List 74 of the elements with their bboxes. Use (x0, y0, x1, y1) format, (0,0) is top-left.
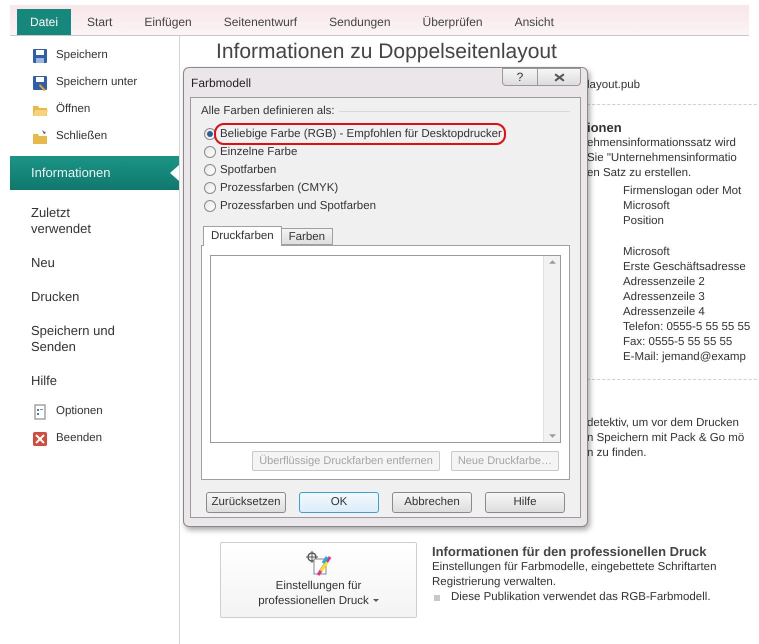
radio-option[interactable]: Beliebige Farbe (RGB) - Empfohlen für Desktopdrucker (204, 126, 502, 143)
business-info-text: Telefon: 0555-5 55 55 55 (623, 320, 752, 335)
menu-command[interactable]: Schließen (10, 123, 179, 150)
dialog-title: Farbmodell (191, 74, 252, 92)
menu-command[interactable]: Öffnen (10, 96, 179, 123)
backstage-tab[interactable]: Drucken (10, 280, 179, 314)
help-button[interactable]: ? (502, 68, 538, 86)
ribbon-tab[interactable]: Start (71, 9, 128, 35)
print-settings-button[interactable]: Einstellungen für professionellen Druck (220, 542, 417, 618)
backstage-tab[interactable]: Hilfe (10, 364, 179, 398)
save-as-icon (32, 74, 48, 90)
radio-option[interactable]: Prozessfarben (CMYK) (204, 180, 338, 197)
ribbon-tab[interactable]: Datei (17, 9, 72, 35)
close-icon (32, 430, 48, 446)
backstage-tab[interactable]: Zuletzt verwendet (10, 196, 179, 246)
business-info-text: Firmenslogan oder Mot (623, 184, 742, 199)
business-info-text: Microsoft (623, 245, 671, 260)
dialog-button[interactable]: Abbrechen (392, 492, 472, 514)
ribbon-tab[interactable]: Ansicht (498, 9, 570, 35)
dialog-button[interactable]: OK (299, 492, 379, 514)
business-info-text: Microsoft (623, 199, 671, 214)
page-title: Informationen zu Doppelseitenlayout (216, 39, 557, 65)
menu-command[interactable]: Speichern (10, 42, 179, 69)
document-icon (32, 404, 48, 420)
radio-button[interactable] (204, 200, 216, 212)
scroll-down-icon[interactable] (548, 434, 556, 438)
business-info-text: Fax: 0555-5 55 55 55 (623, 335, 734, 350)
dialog-tab[interactable]: Druckfarben (203, 226, 282, 246)
backstage-tab[interactable]: Neu (10, 246, 179, 280)
description-text: n Speichern mit Pack & Go mö (587, 431, 746, 446)
ribbon-tab[interactable]: Einfügen (128, 9, 208, 35)
description-text: detektiv, um vor dem Drucken (587, 416, 740, 431)
folder-icon (32, 128, 48, 144)
group-label: Alle Farben definieren als: (201, 104, 335, 119)
backstage-tab[interactable]: Speichern und Senden (10, 314, 179, 364)
radio-option[interactable]: Prozessfarben und Spotfarben (204, 198, 376, 215)
description-text: Einstellungen für Farbmodelle, eingebettete Schriftarten (432, 560, 716, 575)
radio-option[interactable]: Spotfarben (204, 162, 276, 179)
print-settings-icon (304, 551, 334, 577)
section-heading: ionen (587, 120, 623, 136)
file-path: layout.pub (587, 78, 642, 92)
bullet-icon (434, 594, 440, 600)
menu-command[interactable]: Optionen (10, 398, 179, 425)
menu-command[interactable]: Speichern unter (10, 69, 179, 96)
description-text: Registrierung verwalten. (432, 575, 558, 590)
menu-command[interactable]: Beenden (10, 425, 179, 452)
dialog-button[interactable]: Zurücksetzen (206, 492, 286, 514)
business-info-text: Position (623, 214, 665, 229)
radio-button[interactable] (204, 182, 216, 194)
backstage-tab[interactable]: Informationen (10, 156, 179, 190)
ribbon-tab[interactable]: Überprüfen (406, 9, 499, 35)
color-model-note: Diese Publikation verwendet das RGB-Farbmodell. (451, 590, 711, 605)
close-button[interactable] (538, 68, 581, 86)
description-text: n zu finden. (587, 446, 648, 461)
business-info-text: Adressenzeile 4 (623, 305, 706, 320)
description-text: Sie "Unternehmensinformatio (587, 151, 738, 166)
dialog-tab[interactable]: Farben (282, 228, 334, 246)
business-info-text: Erste Geschäftsadresse (623, 260, 747, 275)
dialog-button[interactable]: Hilfe (485, 492, 565, 514)
scrollbar[interactable] (543, 256, 560, 442)
close-icon (554, 72, 564, 82)
radio-option[interactable]: Einzelne Farbe (204, 144, 298, 161)
radio-button[interactable] (204, 128, 216, 140)
description-text: ehmensinformationssatz wird (587, 136, 737, 151)
scroll-up-icon[interactable] (548, 260, 556, 264)
business-info-text: Adressenzeile 3 (623, 290, 706, 305)
radio-button[interactable] (204, 164, 216, 176)
business-info-text: E-Mail: jemand@examp (623, 350, 747, 365)
caret-icon (372, 599, 379, 602)
ribbon-tab[interactable]: Sendungen (313, 9, 407, 35)
ribbon-tab[interactable]: Seitenentwurf (208, 9, 314, 35)
business-info-text: Adressenzeile 2 (623, 275, 706, 290)
radio-button[interactable] (204, 146, 216, 158)
section-heading: Informationen für den professionellen Druck (432, 543, 708, 560)
